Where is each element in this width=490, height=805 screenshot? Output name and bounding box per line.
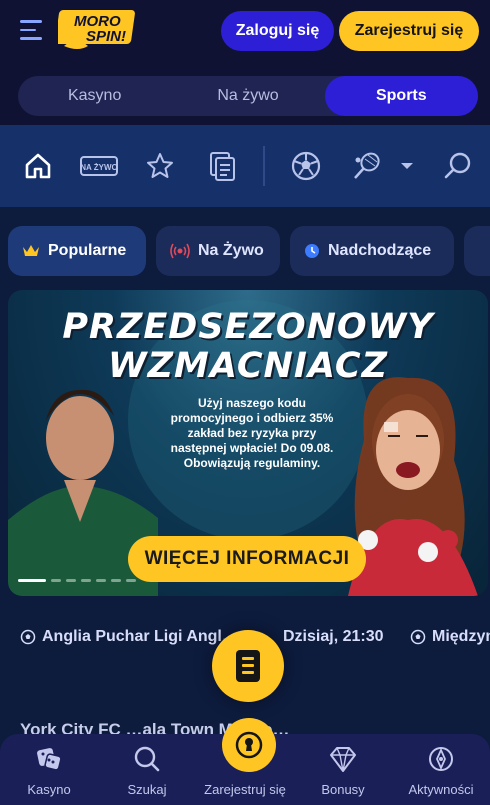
menu-icon[interactable] bbox=[20, 20, 46, 42]
event-league[interactable]: Anglia Puchar Ligi Angl… bbox=[20, 628, 238, 646]
tennis-icon[interactable] bbox=[350, 149, 384, 183]
betslip-button[interactable] bbox=[212, 630, 284, 702]
bottom-nav-bonuses[interactable]: Bonusy bbox=[294, 734, 392, 805]
tab-sports[interactable]: Sports bbox=[324, 76, 478, 116]
carousel-dot[interactable] bbox=[18, 579, 46, 582]
event-league-next[interactable]: Międzyn… bbox=[410, 628, 490, 646]
carousel-dot[interactable] bbox=[111, 579, 121, 582]
chip-label: Nadchodzące bbox=[328, 242, 432, 259]
filter-chips: Popularne Na Żywo Nadchodzące bbox=[0, 226, 490, 276]
svg-text:NA ŻYWO: NA ŻYWO bbox=[80, 163, 117, 172]
banner-title: PRZEDSEZONOWY WZMACNIACZ bbox=[62, 307, 434, 386]
register-center-button[interactable] bbox=[222, 718, 276, 772]
tab-casino[interactable]: Kasyno bbox=[18, 76, 171, 116]
live-broadcast-icon bbox=[170, 243, 190, 259]
bottom-nav-search[interactable]: Szukaj bbox=[98, 734, 196, 805]
tab-live[interactable]: Na żywo bbox=[171, 76, 324, 116]
chevron-down-icon[interactable] bbox=[395, 149, 419, 183]
main-tabs: Kasyno Na żywo Sports bbox=[18, 76, 478, 116]
crown-icon bbox=[23, 245, 39, 256]
compass-icon bbox=[429, 747, 453, 771]
chip-label: Na Żywo bbox=[198, 242, 264, 259]
diamond-icon bbox=[330, 747, 356, 772]
chip-label: Popularne bbox=[48, 242, 127, 259]
football-icon bbox=[20, 629, 36, 645]
live-tv-icon[interactable]: NA ŻYWO bbox=[79, 149, 119, 183]
clock-icon bbox=[305, 244, 319, 258]
logo[interactable]: MORO SPIN! bbox=[58, 6, 142, 52]
star-icon[interactable] bbox=[143, 149, 177, 183]
sports-nav: NA ŻYWO bbox=[0, 125, 490, 207]
svg-text:SPIN!: SPIN! bbox=[86, 28, 126, 45]
betslip-icon[interactable] bbox=[205, 149, 239, 183]
carousel-dot[interactable] bbox=[81, 579, 91, 582]
carousel-dots bbox=[18, 579, 136, 582]
banner-description: Użyj naszego kodu promocyjnego i odbierz… bbox=[170, 396, 334, 470]
more-info-button[interactable]: WIĘCEJ INFORMACJI bbox=[128, 536, 366, 582]
keyhole-icon bbox=[235, 731, 263, 759]
promo-banner[interactable]: PRZEDSEZONOWY WZMACNIACZ Użyj naszego ko… bbox=[8, 290, 488, 596]
search-icon bbox=[134, 746, 160, 772]
header: MORO SPIN! Zaloguj się Zarejestruj się K… bbox=[0, 0, 490, 125]
carousel-dot[interactable] bbox=[96, 579, 106, 582]
carousel-dot[interactable] bbox=[126, 579, 136, 582]
home-icon[interactable] bbox=[21, 149, 55, 183]
dice-icon bbox=[37, 748, 62, 771]
chip-more[interactable] bbox=[464, 226, 490, 276]
chip-upcoming[interactable]: Nadchodzące bbox=[290, 226, 454, 276]
login-button[interactable]: Zaloguj się bbox=[221, 11, 334, 51]
bottom-nav-activities[interactable]: Aktywności bbox=[392, 734, 490, 805]
chip-popular[interactable]: Popularne bbox=[8, 226, 146, 276]
bottom-nav-casino[interactable]: Kasyno bbox=[0, 734, 98, 805]
nav-divider bbox=[263, 146, 265, 186]
register-button[interactable]: Zarejestruj się bbox=[339, 11, 479, 51]
betslip-icon bbox=[236, 650, 260, 682]
carousel-dot[interactable] bbox=[66, 579, 76, 582]
search-icon[interactable] bbox=[441, 149, 475, 183]
football-icon[interactable] bbox=[289, 149, 323, 183]
carousel-dot[interactable] bbox=[51, 579, 61, 582]
chip-live[interactable]: Na Żywo bbox=[156, 226, 280, 276]
event-time: Dzisiaj, 21:30 bbox=[283, 628, 384, 645]
football-icon bbox=[410, 629, 426, 645]
